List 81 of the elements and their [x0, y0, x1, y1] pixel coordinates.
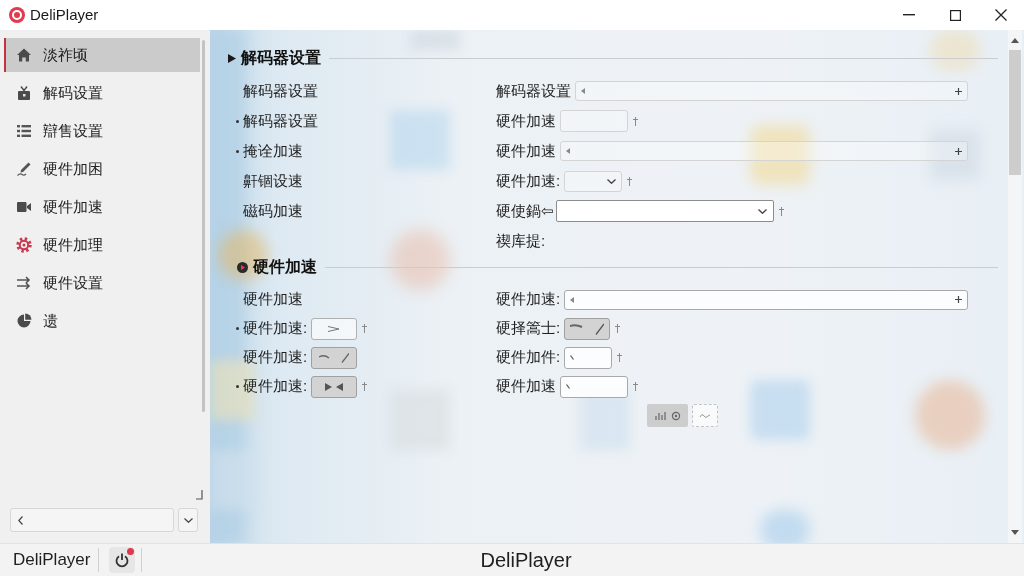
- input-field[interactable]: [564, 346, 613, 369]
- sidebar-item[interactable]: 硬件加困: [4, 152, 200, 186]
- chevron-down-icon: [607, 178, 617, 184]
- setting-label: 硬件加速:: [496, 289, 561, 310]
- caret-left-icon: [570, 296, 575, 303]
- setting-label: 硬使鍋⇦: [496, 200, 554, 221]
- play-disc-icon[interactable]: [237, 261, 248, 273]
- sidebar-item[interactable]: 辯售设置: [4, 114, 200, 148]
- setting-label: 掩诠加速: [243, 140, 303, 161]
- setting-label: 硬件加速:: [243, 376, 308, 397]
- plus-icon: [955, 87, 962, 95]
- spin-field[interactable]: [564, 289, 968, 310]
- section-title: 硬件加速: [253, 257, 317, 277]
- sidebar-item[interactable]: 硬件加理: [4, 228, 200, 262]
- sidebar-item[interactable]: 遗: [4, 304, 200, 338]
- curve-and-slash-icon: [319, 352, 350, 363]
- icon-button[interactable]: [311, 375, 358, 398]
- setting-label: 硬件加速:: [496, 170, 561, 191]
- setting-label: 硬择篙士:: [496, 318, 561, 339]
- sidebar-scrollbar-thumb[interactable]: [202, 40, 205, 412]
- icon-button[interactable]: [564, 317, 611, 340]
- gear-icon: [16, 237, 32, 253]
- setting-label: 禊库提:: [496, 230, 546, 251]
- input-field[interactable]: [560, 375, 628, 398]
- setting-label: 解码器设置: [243, 80, 318, 101]
- setting-label: 硬件加速: [243, 289, 303, 310]
- stroke-and-slash-icon: [570, 322, 605, 335]
- plus-icon: [955, 147, 962, 155]
- bowtie-icon: [325, 382, 344, 391]
- tool-button[interactable]: [647, 404, 688, 427]
- list-icon: [16, 123, 32, 139]
- power-button[interactable]: [109, 547, 136, 573]
- maximize-icon: [949, 9, 961, 21]
- pen-icon: [16, 161, 32, 177]
- arrow-right-icon: [328, 325, 341, 332]
- dropdown-button[interactable]: [178, 508, 198, 532]
- scroll-down-icon[interactable]: [1011, 530, 1019, 535]
- sidebar-item[interactable]: 淡祚顷: [4, 38, 200, 72]
- sidebar-item[interactable]: 硬件加速: [4, 190, 200, 224]
- setting-label: 解码器设置: [243, 110, 318, 131]
- wave-icon: [699, 412, 711, 419]
- status-title: DeliPlayer: [480, 548, 572, 573]
- scroll-field[interactable]: [10, 508, 174, 532]
- caret-left-icon: [581, 88, 585, 94]
- caret-left-icon: [566, 148, 570, 154]
- pie-chart-icon: [16, 313, 32, 329]
- scrollbar-thumb[interactable]: [1009, 50, 1021, 175]
- power-icon: [114, 552, 131, 568]
- setting-label: 解码器设置: [496, 80, 571, 101]
- arrows-right-icon: [16, 275, 32, 291]
- app-name-label: DeliPlayer: [13, 549, 91, 572]
- flower-icon: [670, 410, 681, 421]
- window-title: DeliPlayer: [30, 4, 99, 25]
- close-icon: [995, 9, 1007, 21]
- chevron-down-icon: [758, 208, 767, 214]
- dropdown-field[interactable]: [556, 200, 774, 222]
- tool-button[interactable]: [692, 404, 718, 427]
- setting-label: 硬件加速:: [243, 318, 308, 339]
- sidebar-item[interactable]: 解码设置: [4, 76, 200, 110]
- setting-label: 硬件加速: [496, 140, 556, 161]
- setting-label: 硬件加速: [496, 110, 556, 131]
- app-logo-icon: [9, 7, 25, 23]
- scroll-up-icon[interactable]: [1011, 38, 1019, 43]
- expand-arrow-icon[interactable]: [228, 53, 236, 63]
- icon-button[interactable]: [311, 346, 358, 369]
- setting-label: 硬件加速: [496, 376, 556, 397]
- chevron-left-icon: [18, 515, 23, 525]
- bar-chart-icon: [654, 410, 667, 421]
- setting-label: 硬件加速:: [243, 347, 308, 368]
- home-icon: [16, 47, 32, 63]
- minimize-icon: [903, 14, 915, 16]
- setting-label: 硬件加件:: [496, 347, 561, 368]
- plus-icon: [955, 296, 962, 303]
- resize-grip-icon: [196, 490, 203, 500]
- tv-icon: [16, 85, 32, 101]
- video-camera-icon: [16, 199, 32, 215]
- chevron-down-icon: [183, 517, 193, 523]
- setting-label: 磁码加速: [243, 200, 303, 221]
- section-title: 解码器设置: [241, 48, 321, 68]
- sidebar-item[interactable]: 硬件设置: [4, 266, 200, 300]
- setting-label: 鼾锢设速: [243, 170, 303, 191]
